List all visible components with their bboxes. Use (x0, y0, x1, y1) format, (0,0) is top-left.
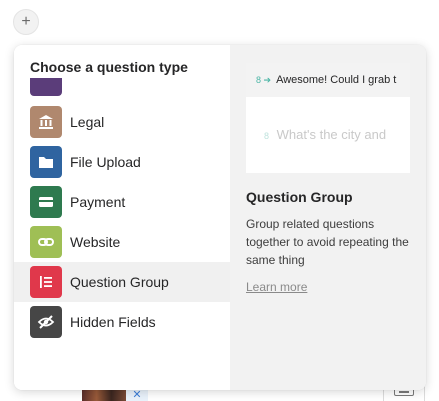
preview-question-number: 8 ➔ (256, 74, 272, 85)
menu-item-label: Hidden Fields (70, 314, 156, 330)
partial-item-icon (30, 78, 62, 96)
menu-item-website[interactable]: Website (14, 222, 230, 262)
folder-icon (30, 146, 62, 178)
list-icon (30, 266, 62, 298)
menu-item-label: Website (70, 234, 121, 250)
learn-more-link[interactable]: Learn more (246, 280, 307, 294)
bank-icon (30, 106, 62, 138)
preview-question: 8 ➔ Awesome! Could I grab t (246, 63, 410, 97)
detail-description: Group related questions together to avoi… (246, 217, 409, 267)
menu-item-legal[interactable]: Legal (14, 102, 230, 142)
eye-slash-icon (30, 306, 62, 338)
add-question-button[interactable]: + (13, 9, 39, 35)
menu-item-question-group[interactable]: Question Group (14, 262, 230, 302)
credit-card-icon (30, 186, 62, 218)
question-type-menu: Choose a question type Legal File Upload… (14, 45, 426, 390)
preview-question-text: Awesome! Could I grab t (276, 74, 397, 86)
preview-field: 8 What's the city and (246, 97, 410, 142)
menu-item-payment[interactable]: Payment (14, 182, 230, 222)
question-type-list-pane: Choose a question type Legal File Upload… (14, 45, 230, 390)
menu-item-hidden-fields[interactable]: Hidden Fields (14, 302, 230, 342)
question-preview: 8 ➔ Awesome! Could I grab t 8 What's the… (246, 63, 410, 173)
question-type-detail-pane: 8 ➔ Awesome! Could I grab t 8 What's the… (230, 45, 426, 390)
plus-icon: + (21, 13, 31, 30)
preview-field-placeholder: What's the city and (276, 127, 387, 142)
menu-item-label: Question Group (70, 274, 169, 290)
detail-title: Question Group (246, 189, 353, 205)
preview-field-number: 8 (264, 131, 270, 141)
menu-item-label: File Upload (70, 154, 141, 170)
question-type-list: Legal File Upload Payment Website Questi… (14, 102, 230, 342)
menu-item-label: Payment (70, 194, 126, 210)
menu-item-file-upload[interactable]: File Upload (14, 142, 230, 182)
menu-heading: Choose a question type (30, 59, 188, 75)
link-icon (30, 226, 62, 258)
menu-item-label: Legal (70, 114, 105, 130)
